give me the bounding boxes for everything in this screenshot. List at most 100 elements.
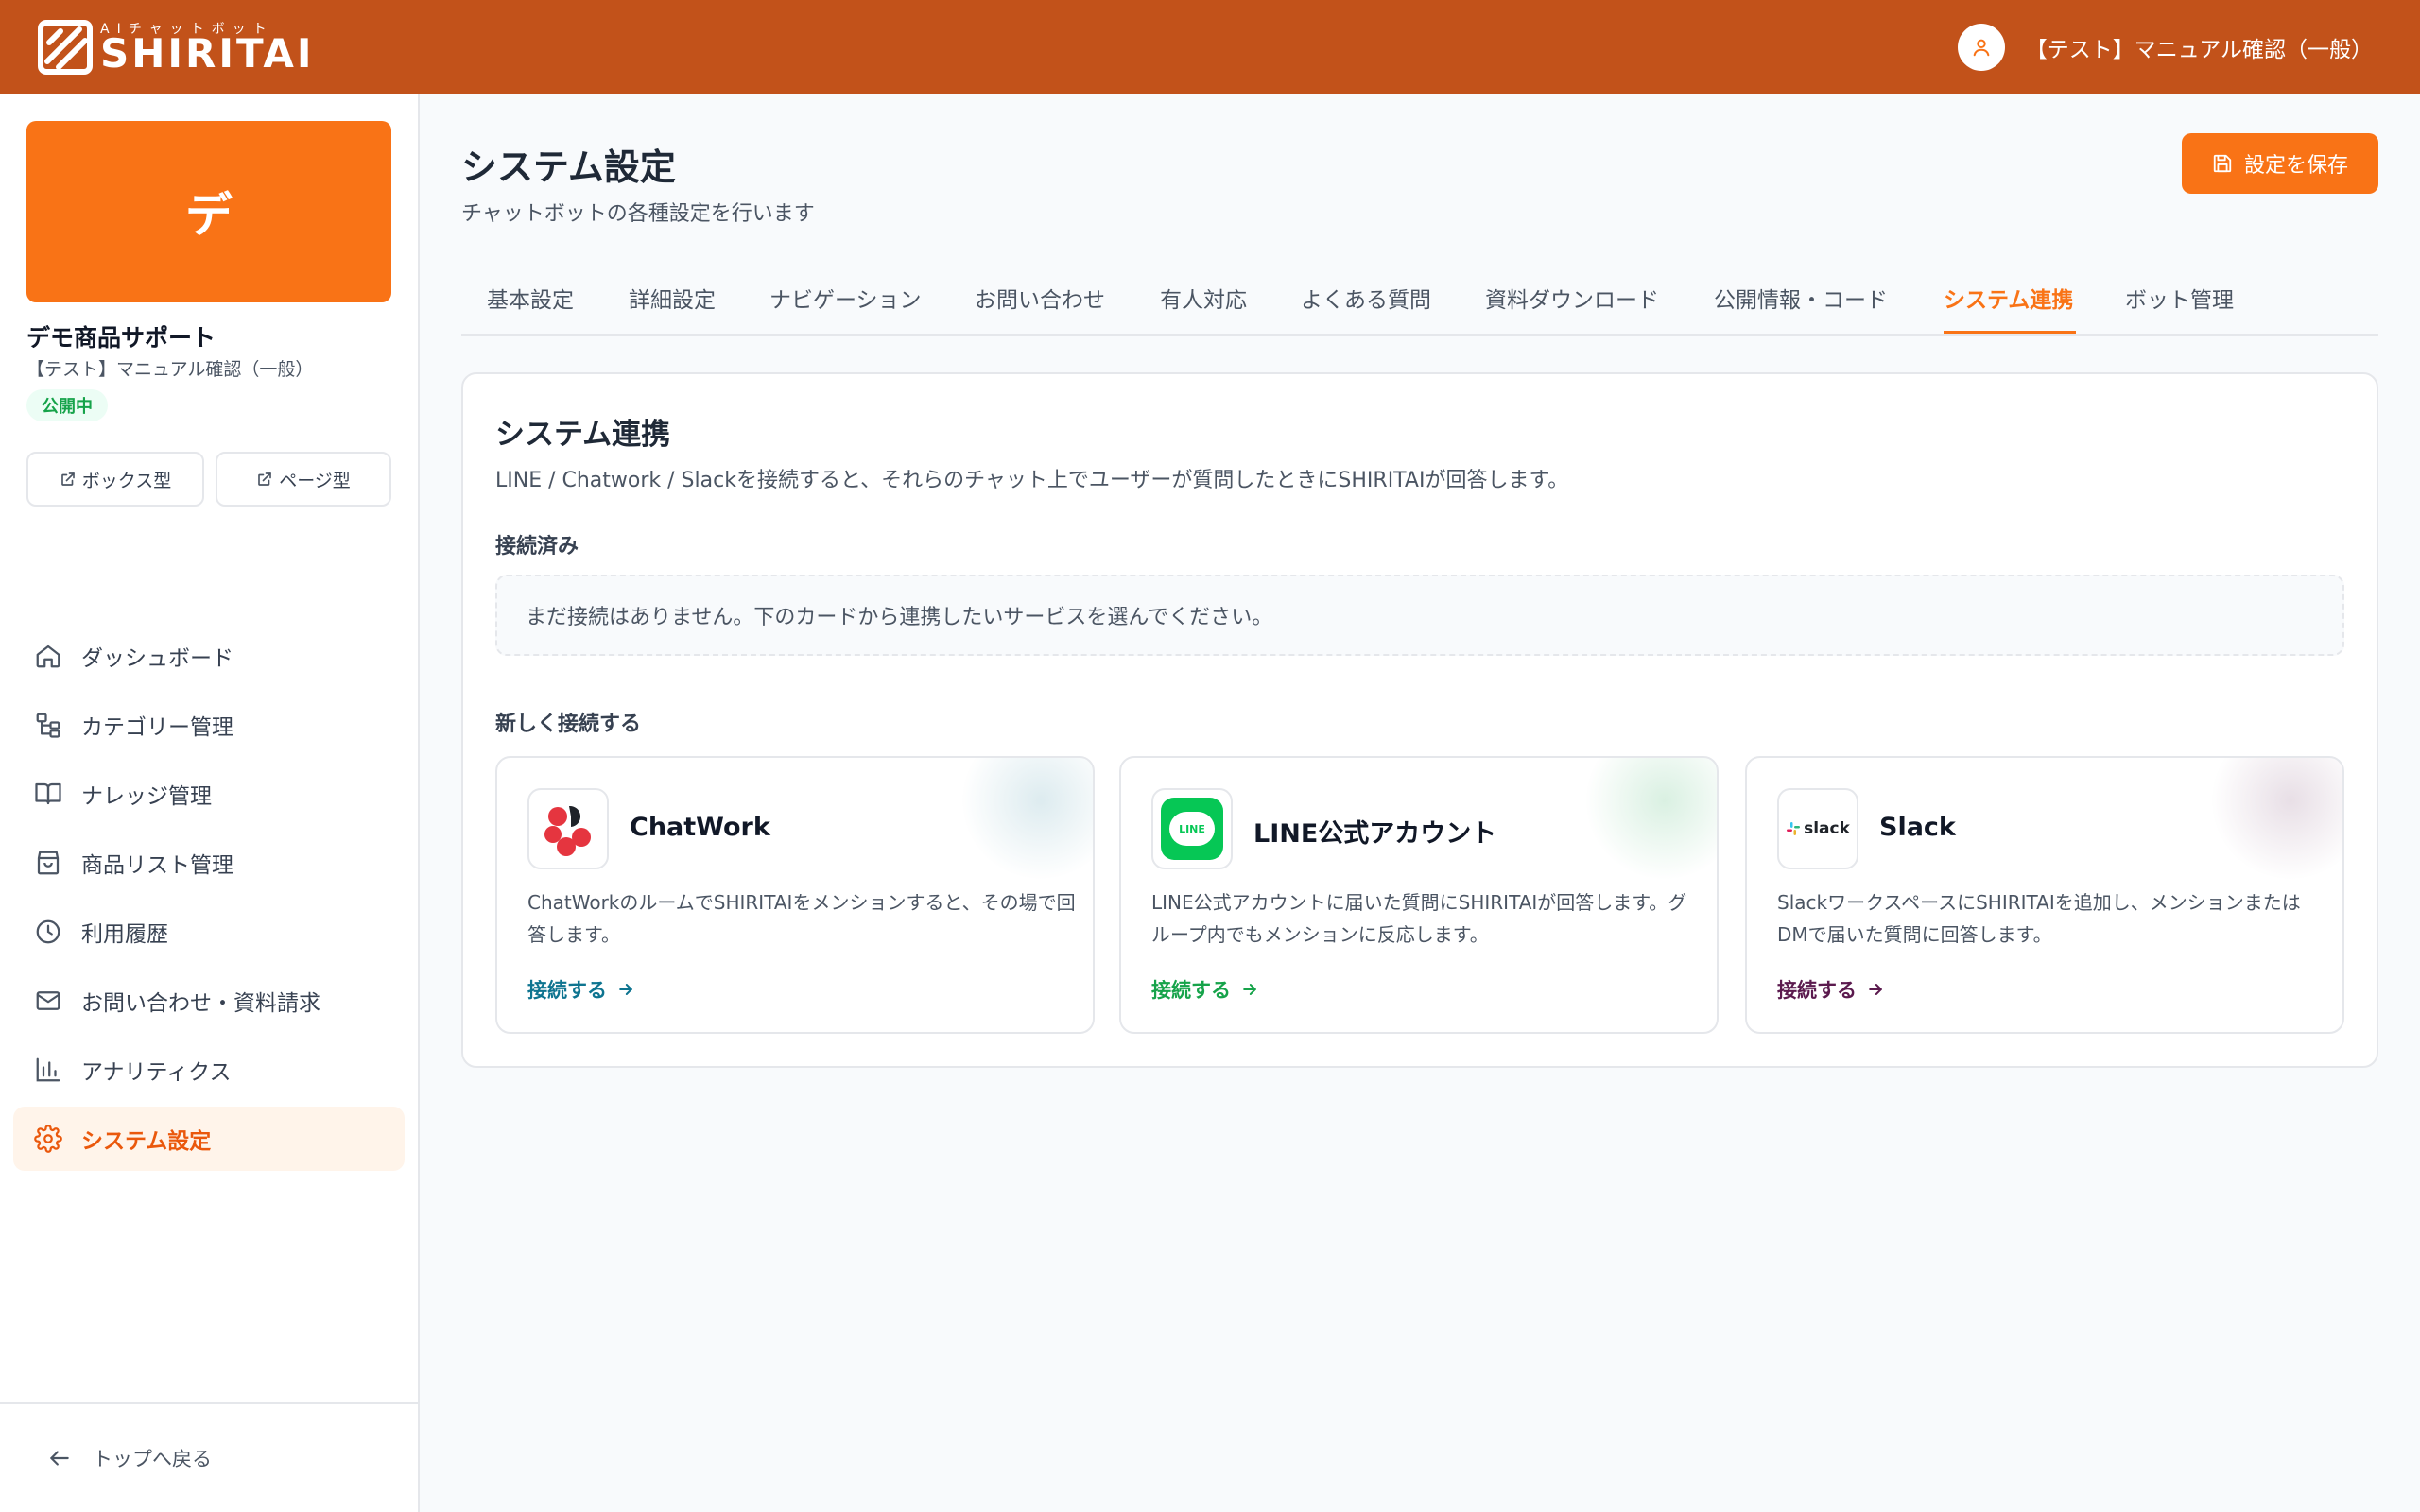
sidebar-item-products[interactable]: 商品リスト管理	[13, 831, 405, 895]
slack-card[interactable]: slack Slack SlackワークスペースにSHIRITAIを追加し、メン…	[1745, 756, 2344, 1034]
gear-icon	[32, 1123, 64, 1155]
bot-initial: デ	[185, 188, 233, 243]
arrow-left-icon	[47, 1446, 72, 1470]
chatwork-logo-icon	[527, 788, 609, 869]
user-icon	[1973, 39, 1990, 57]
chatwork-description: ChatWorkのルームでSHIRITAIをメンションすると、その場で回答します…	[527, 891, 1076, 946]
top-bar: AIチャットボット SHIRITAI 【テスト】マニュアル確認（一般）	[0, 0, 2420, 94]
save-settings-label: 設定を保存	[2243, 154, 2348, 178]
sidebar-item-label: アナリティクス	[81, 1060, 232, 1085]
tab-faq[interactable]: よくある質問	[1301, 282, 1431, 314]
user-menu[interactable]: 【テスト】マニュアル確認（一般）	[1957, 24, 2373, 71]
line-logo-badge: LINE	[1161, 798, 1223, 860]
bot-avatar-card: デ	[26, 121, 391, 302]
slack-connect-link[interactable]: 接続する	[1777, 975, 1885, 1004]
line-description: LINE公式アカウントに届いた質問にSHIRITAIが回答します。グループ内でも…	[1151, 891, 1687, 946]
status-badge: 公開中	[26, 389, 108, 421]
sidebar-item-settings[interactable]: システム設定	[13, 1107, 405, 1171]
page-subtitle: チャットボットの各種設定を行います	[461, 202, 815, 226]
card-glow	[1584, 758, 1717, 881]
tab-downloads[interactable]: 資料ダウンロード	[1485, 282, 1659, 314]
panel-title: システム連携	[495, 418, 671, 452]
sidebar-item-categories[interactable]: カテゴリー管理	[13, 693, 405, 757]
sidebar-item-inquiries[interactable]: お問い合わせ・資料請求	[13, 969, 405, 1033]
chatwork-connect-link[interactable]: 接続する	[527, 975, 635, 1004]
bot-name: デモ商品サポート	[26, 324, 216, 352]
user-name: 【テスト】マニュアル確認（一般）	[2025, 38, 2373, 62]
sidebar-item-analytics[interactable]: アナリティクス	[13, 1038, 405, 1102]
external-link-icon	[256, 471, 273, 488]
sidebar-item-label: 利用履歴	[81, 922, 168, 947]
slack-logo-icon: slack	[1777, 788, 1858, 869]
book-icon	[32, 778, 64, 810]
back-to-top-label: トップへ戻る	[93, 1448, 212, 1470]
open-box-label: ボックス型	[81, 470, 172, 491]
open-box-button[interactable]: ボックス型	[26, 452, 204, 507]
line-logo-text: LINE	[1179, 822, 1205, 835]
tab-public-code[interactable]: 公開情報・コード	[1714, 282, 1888, 314]
arrow-right-icon	[1240, 980, 1259, 999]
arrow-right-icon	[616, 980, 635, 999]
tab-contact[interactable]: お問い合わせ	[975, 282, 1105, 314]
sidebar-item-label: システム設定	[81, 1129, 212, 1154]
settings-tabs: 基本設定 詳細設定 ナビゲーション お問い合わせ 有人対応 よくある質問 資料ダ…	[461, 268, 2378, 336]
tab-live-support[interactable]: 有人対応	[1160, 282, 1247, 314]
arrow-right-icon	[1866, 980, 1885, 999]
save-settings-button[interactable]: 設定を保存	[2182, 133, 2378, 194]
home-icon	[32, 640, 64, 672]
slack-connect-label: 接続する	[1777, 979, 1857, 1002]
slack-hash-icon	[1787, 822, 1801, 835]
sidebar-item-label: お問い合わせ・資料請求	[81, 991, 320, 1016]
page-title: システム設定	[461, 146, 676, 188]
line-logo-icon: LINE	[1151, 788, 1233, 869]
sidebar-item-knowledge[interactable]: ナレッジ管理	[13, 762, 405, 826]
line-logo-bubble: LINE	[1169, 812, 1215, 846]
sidebar: デ デモ商品サポート 【テスト】マニュアル確認（一般） 公開中 ボックス型 ペー…	[0, 94, 420, 1512]
back-to-top-link[interactable]: トップへ戻る	[47, 1444, 212, 1472]
card-glow	[2210, 758, 2342, 881]
chatwork-card[interactable]: ChatWork ChatWorkのルームでSHIRITAIをメンションすると、…	[495, 756, 1095, 1034]
logo-mark-icon	[38, 20, 93, 75]
save-icon	[2212, 153, 2233, 174]
sidebar-item-dashboard[interactable]: ダッシュボード	[13, 624, 405, 688]
connected-section-label: 接続済み	[495, 535, 579, 558]
bar-chart-icon	[32, 1054, 64, 1086]
mail-icon	[32, 985, 64, 1017]
line-connect-link[interactable]: 接続する	[1151, 975, 1259, 1004]
line-card[interactable]: LINE LINE公式アカウント LINE公式アカウントに届いた質問にSHIRI…	[1119, 756, 1719, 1034]
sidebar-item-label: 商品リスト管理	[81, 853, 233, 878]
tab-navigation[interactable]: ナビゲーション	[769, 282, 922, 314]
chatwork-connect-label: 接続する	[527, 979, 607, 1002]
category-tree-icon	[32, 709, 64, 741]
panel-description: LINE / Chatwork / Slackを接続すると、それらのチャット上で…	[495, 469, 1569, 492]
open-page-label: ページ型	[279, 470, 351, 491]
bot-workspace: 【テスト】マニュアル確認（一般）	[26, 359, 314, 380]
sidebar-item-history[interactable]: 利用履歴	[13, 900, 405, 964]
sidebar-item-label: カテゴリー管理	[81, 715, 233, 740]
external-link-icon	[60, 471, 77, 488]
open-page-button[interactable]: ページ型	[216, 452, 391, 507]
slack-description: SlackワークスペースにSHIRITAIを追加し、メンションまたはDMで届いた…	[1777, 891, 2301, 946]
sidebar-item-label: ナレッジ管理	[81, 784, 212, 809]
connected-empty-state: まだ接続はありません。下のカードから連携したいサービスを選んでください。	[495, 575, 2344, 656]
line-name: LINE公式アカウント	[1253, 819, 1497, 849]
tab-integrations[interactable]: システム連携	[1944, 282, 2073, 314]
clock-icon	[32, 916, 64, 948]
slack-name: Slack	[1879, 813, 1956, 842]
app-logo[interactable]	[38, 19, 93, 76]
slack-logo-mark: slack	[1786, 819, 1850, 838]
line-connect-label: 接続する	[1151, 979, 1231, 1002]
slack-logo-text: slack	[1804, 819, 1850, 838]
logo-wordmark: SHIRITAI	[100, 30, 315, 77]
active-tab-indicator	[1944, 331, 2076, 334]
new-connection-section-label: 新しく接続する	[495, 713, 642, 736]
integrations-panel: システム連携 LINE / Chatwork / Slackを接続すると、それら…	[461, 372, 2378, 1068]
tab-basic[interactable]: 基本設定	[487, 282, 574, 314]
tab-advanced[interactable]: 詳細設定	[629, 282, 716, 314]
chatwork-name: ChatWork	[630, 813, 770, 842]
tab-bot-management[interactable]: ボット管理	[2125, 282, 2234, 314]
shopping-bag-icon	[32, 847, 64, 879]
sidebar-footer: トップへ戻る	[0, 1402, 418, 1512]
user-avatar	[1957, 24, 2005, 71]
empty-message: まだ接続はありません。下のカードから連携したいサービスを選んでください。	[526, 606, 1273, 629]
